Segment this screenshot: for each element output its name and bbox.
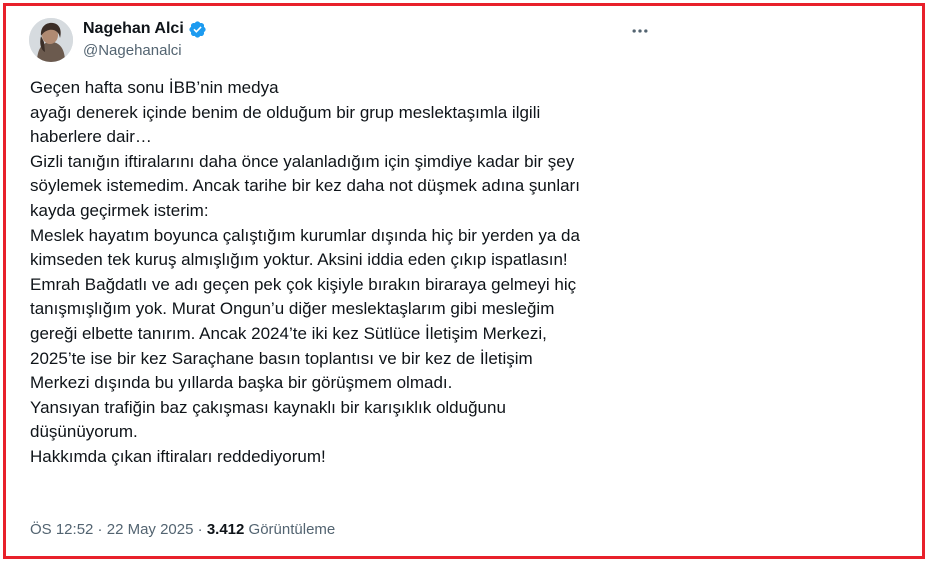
- more-options-icon: [632, 29, 648, 33]
- tweet-line: Hakkımda çıkan iftiraları reddediyorum!: [30, 446, 326, 466]
- tweet-line: gereği elbette tanırım. Ancak 2024’te ik…: [30, 323, 547, 343]
- more-options-button[interactable]: [628, 20, 652, 42]
- views-count: 3.412: [206, 521, 245, 538]
- tweet-line: Meslek hayatım boyunca çalıştığım kuruml…: [30, 225, 580, 245]
- author-name[interactable]: Nagehan Alci: [83, 19, 184, 39]
- avatar-image: [29, 18, 73, 62]
- tweet-line: Geçen hafta sonu İBB’nin medya: [30, 78, 279, 97]
- tweet-card: Nagehan Alci @Nagehanalci Geçen hafta so…: [6, 6, 922, 556]
- tweet-line: 2025’te ise bir kez Saraçhane basın topl…: [30, 348, 533, 368]
- tweet-line: haberlere dair…: [30, 127, 152, 147]
- tweet-time[interactable]: ÖS 12:52: [30, 521, 93, 538]
- tweet-line: Yansıyan trafiğin baz çakışması kaynaklı…: [30, 397, 506, 417]
- views-label: Görüntüleme: [248, 521, 336, 538]
- meta-separator: ·: [93, 521, 107, 538]
- tweet-line: Gizli tanığın iftiralarını daha önce yal…: [30, 151, 575, 171]
- tweet-meta: ÖS 12:52 · 22 May 2025 · 3.412 Görüntüle…: [30, 520, 335, 540]
- tweet-line: kayda geçirmek isterim:: [30, 200, 209, 220]
- tweet-line: ayağı denerek içinde benim de olduğum bi…: [30, 102, 541, 122]
- author-name-row: Nagehan Alci: [83, 18, 207, 40]
- author-handle[interactable]: @Nagehanalci: [83, 41, 182, 61]
- avatar[interactable]: [29, 18, 73, 62]
- tweet-line: Merkezi dışında bu yıllarda başka bir gö…: [30, 373, 453, 393]
- tweet-line: söylemek istemedim. Ancak tarihe bir kez…: [30, 176, 580, 196]
- screenshot-frame: Nagehan Alci @Nagehanalci Geçen hafta so…: [3, 3, 925, 559]
- tweet-line: düşünüyorum.: [30, 422, 138, 442]
- tweet-date[interactable]: 22 May 2025: [107, 521, 194, 538]
- tweet-line: kimseden tek kuruş almışlığım yoktur. Ak…: [30, 250, 568, 270]
- tweet-line: tanışmışlığım yok. Murat Ongun’u diğer m…: [30, 299, 555, 319]
- verified-badge-icon: [188, 20, 207, 39]
- tweet-text: Geçen hafta sonu İBB’nin medya ayağı den…: [30, 76, 690, 470]
- tweet-line: Emrah Bağdatlı ve adı geçen pek çok kişi…: [30, 274, 577, 294]
- meta-separator: ·: [193, 521, 207, 538]
